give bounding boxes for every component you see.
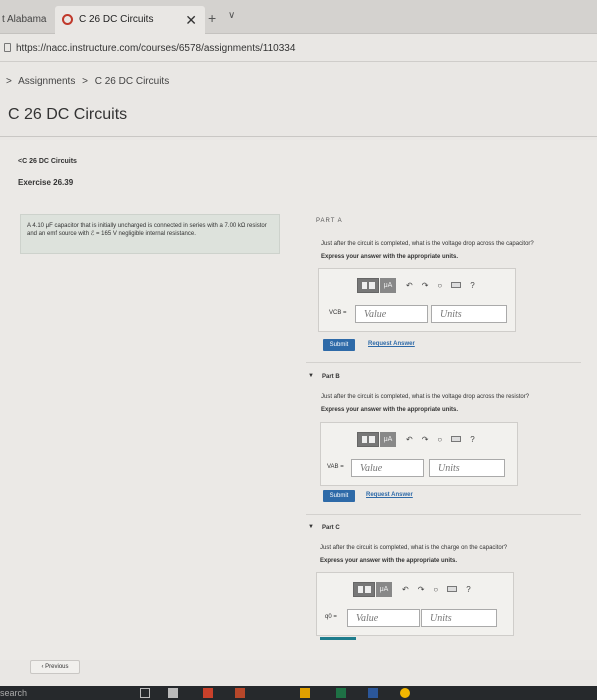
undo-icon[interactable]: ↶ [402,585,409,594]
back-link[interactable]: <C 26 DC Circuits [18,158,77,165]
value-input[interactable] [347,609,420,627]
browser-tab-bar: t Alabama C 26 DC Circuits ✕ + ∨ [0,0,597,34]
url-text[interactable]: https://nacc.instructure.com/courses/657… [16,43,295,54]
units-input[interactable] [429,459,505,477]
q0-label: q0 = [325,614,337,620]
reset-icon[interactable]: ○ [437,281,442,290]
part-c-label[interactable]: Part C [322,525,340,531]
tab-title: C 26 DC Circuits [79,14,154,25]
help-icon[interactable]: ? [466,585,470,594]
math-toolbar: μA ↶ ↷ ○ ? [353,581,480,597]
exercise-title: Exercise 26.39 [18,178,74,187]
page-title: C 26 DC Circuits [8,106,128,123]
help-icon[interactable]: ? [470,281,474,290]
tab-active[interactable]: C 26 DC Circuits ✕ [55,6,205,34]
value-input[interactable] [351,459,424,477]
part-b-instruction: Express your answer with the appropriate… [321,407,459,413]
breadcrumb-current[interactable]: C 26 DC Circuits [95,76,169,87]
close-icon[interactable]: ✕ [185,12,197,29]
previous-button[interactable]: ‹ Previous [30,660,80,674]
part-divider [306,362,581,363]
assignment-content: <C 26 DC Circuits Exercise 26.39 A 4.10 … [0,140,597,674]
keyboard-icon[interactable] [451,436,462,442]
redo-icon[interactable]: ↷ [422,435,429,444]
keyboard-icon[interactable] [451,282,462,288]
taskbar-search[interactable]: search [0,688,27,698]
part-b-question: Just after the circuit is completed, wha… [321,394,530,400]
problem-statement: A 4.10 μF capacitor that is initially un… [20,214,280,254]
redo-icon[interactable]: ↷ [418,585,425,594]
math-toolbar: μA ↶ ↷ ○ ? [357,277,484,293]
os-taskbar: search [0,686,597,700]
lock-icon [4,43,11,52]
request-answer-link[interactable]: Request Answer [368,341,415,347]
reset-icon[interactable]: ○ [433,585,438,594]
value-input[interactable] [355,305,428,323]
submit-button[interactable]: Submit [323,490,355,502]
breadcrumb: > Assignments > C 26 DC Circuits [0,76,173,87]
part-c-answer-box: μA ↶ ↷ ○ ? q0 = [316,572,514,636]
part-a-instruction: Express your answer with the appropriate… [321,254,459,260]
units-input[interactable] [431,305,507,323]
caret-down-icon[interactable]: ▼ [308,524,314,530]
app-grid-icon[interactable] [168,688,178,698]
chrome-icon[interactable] [400,688,410,698]
powerpoint-icon[interactable] [235,688,245,698]
keyboard-icon[interactable] [447,586,458,592]
vcb-label: VCB = [329,310,347,316]
part-b-answer-box: μA ↶ ↷ ○ ? VAB = [320,422,518,486]
excel-icon[interactable] [336,688,346,698]
undo-icon[interactable]: ↶ [406,435,413,444]
part-divider [306,514,581,515]
office-icon[interactable] [203,688,213,698]
breadcrumb-separator: > [82,76,88,87]
units-input[interactable] [421,609,497,627]
file-explorer-icon[interactable] [300,688,310,698]
part-a-answer-box: μA ↶ ↷ ○ ? VCB = [318,268,516,332]
vab-label: VAB = [327,464,344,470]
templates-icon[interactable] [357,431,379,447]
redo-icon[interactable]: ↷ [422,281,429,290]
part-a-label: PART A [316,218,343,224]
request-answer-link[interactable]: Request Answer [366,492,413,498]
part-b-label[interactable]: Part B [322,374,340,380]
canvas-favicon-icon [62,14,73,25]
word-icon[interactable] [368,688,378,698]
submit-button[interactable]: Submit [323,339,355,351]
tab-previous[interactable]: t Alabama [0,8,60,34]
reset-icon[interactable]: ○ [437,435,442,444]
submit-button-partial[interactable] [320,637,356,640]
address-bar[interactable]: https://nacc.instructure.com/courses/657… [0,34,597,62]
chevron-down-icon[interactable]: ∨ [228,10,235,21]
mu-units-button[interactable]: μA [380,277,396,293]
part-c-instruction: Express your answer with the appropriate… [320,558,458,564]
caret-down-icon[interactable]: ▼ [308,373,314,379]
math-toolbar: μA ↶ ↷ ○ ? [357,431,484,447]
mu-units-button[interactable]: μA [380,431,396,447]
templates-icon[interactable] [357,277,379,293]
part-c-question: Just after the circuit is completed, wha… [320,545,508,551]
breadcrumb-separator: > [6,76,12,87]
part-a-question: Just after the circuit is completed, wha… [321,241,534,247]
task-view-icon[interactable] [140,688,150,698]
help-icon[interactable]: ? [470,435,474,444]
breadcrumb-assignments[interactable]: Assignments [18,76,75,87]
mu-units-button[interactable]: μA [376,581,392,597]
undo-icon[interactable]: ↶ [406,281,413,290]
header-divider [0,136,597,137]
new-tab-icon[interactable]: + [208,10,216,26]
templates-icon[interactable] [353,581,375,597]
